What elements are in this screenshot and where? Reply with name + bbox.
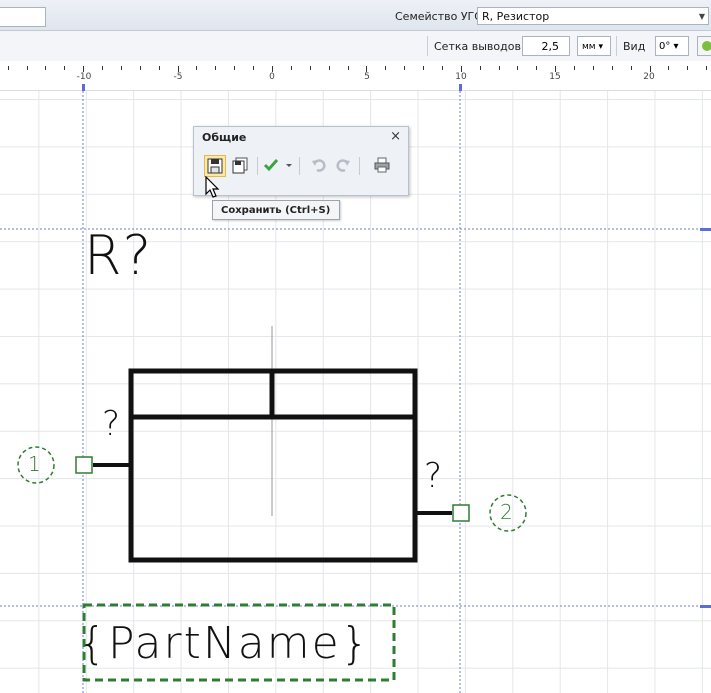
ruler-marker[interactable]	[459, 84, 462, 91]
toolbar-separator	[427, 36, 428, 56]
ruler-tick	[668, 66, 669, 70]
ruler-tick	[64, 66, 65, 70]
ruler-tick	[536, 66, 537, 70]
ruler-tick	[499, 66, 500, 70]
family-label: Семейство УГО	[395, 10, 483, 23]
ruler-tick	[291, 66, 292, 70]
ruler-label: -5	[173, 72, 183, 82]
ruler-tick	[612, 66, 613, 70]
ruler-tick	[159, 66, 160, 70]
ruler-tick	[706, 66, 707, 70]
save-tooltip: Сохранить (Ctrl+S)	[212, 200, 340, 220]
ruler-tick	[102, 66, 103, 70]
view-label: Вид	[623, 40, 646, 53]
ruler-label: 5	[364, 72, 370, 82]
family-value: R, Резистор	[482, 10, 550, 23]
ruler-tick	[27, 66, 28, 70]
green-circle-icon	[702, 41, 711, 51]
guide-handle	[700, 228, 711, 231]
panel-separator	[299, 157, 300, 175]
toolbar-separator	[616, 36, 617, 56]
ruler-marker[interactable]	[82, 84, 85, 91]
checkmark-icon	[263, 159, 279, 172]
name-field[interactable]	[0, 7, 46, 27]
pin-2-number[interactable]: 2	[500, 500, 514, 524]
ruler-tick	[329, 66, 330, 70]
check-dropdown[interactable]	[283, 155, 295, 177]
family-select[interactable]: R, Резистор ▼	[477, 7, 709, 25]
ruler-label: 20	[643, 72, 655, 82]
mouse-cursor-icon	[205, 176, 220, 198]
ruler-tick	[234, 66, 235, 70]
pin-1-number[interactable]: 1	[28, 452, 42, 476]
panel-separator	[257, 157, 258, 175]
check-button[interactable]	[261, 155, 283, 177]
ruler-tick	[480, 66, 481, 70]
pin-2-connector	[452, 504, 470, 522]
ruler-tick	[404, 66, 405, 70]
grid-label: Сетка выводов	[434, 40, 521, 53]
angle-value: 0°	[659, 41, 671, 52]
save-all-button[interactable]	[230, 155, 252, 177]
floppy-disk-icon	[207, 158, 223, 174]
redo-button[interactable]	[333, 155, 355, 177]
close-icon[interactable]: ×	[390, 129, 401, 144]
grid-input[interactable]: 2,5	[522, 36, 570, 56]
save-button[interactable]	[204, 155, 226, 177]
print-button[interactable]	[372, 155, 394, 177]
refresh-button[interactable]	[697, 36, 711, 56]
panel-title: Общие	[202, 131, 247, 144]
ruler-tick	[631, 66, 632, 70]
ruler-tick	[310, 66, 311, 70]
undo-button[interactable]	[309, 155, 331, 177]
horizontal-ruler	[0, 61, 711, 91]
ruler-tick	[8, 66, 9, 70]
designator-text[interactable]: R?	[84, 226, 152, 286]
ruler-label: 10	[455, 72, 467, 82]
ruler-tick	[423, 66, 424, 70]
ruler-tick	[140, 66, 141, 70]
ruler-label: -10	[76, 72, 92, 82]
general-toolbar-panel[interactable]: Общие ×	[193, 126, 409, 196]
unit-value: мм	[582, 42, 596, 52]
printer-icon	[374, 157, 390, 173]
guide-handle	[700, 605, 711, 608]
undo-icon	[312, 159, 326, 172]
ruler-label: 0	[269, 72, 275, 82]
ruler-tick	[253, 66, 254, 70]
pin-1-label[interactable]: ?	[102, 406, 121, 442]
angle-select[interactable]: 0° ▾	[655, 36, 689, 56]
unit-select[interactable]: мм ▾	[577, 36, 611, 56]
ruler-tick	[45, 66, 46, 70]
properties-bar: Семейство УГО R, Резистор ▼	[0, 0, 711, 31]
ruler-tick	[385, 66, 386, 70]
pin-2-label[interactable]: ?	[424, 458, 443, 494]
ruler-tick	[196, 66, 197, 70]
pin-1-connector	[75, 456, 93, 474]
save-all-icon	[232, 157, 248, 174]
ruler-tick	[593, 66, 594, 70]
ruler-tick	[442, 66, 443, 70]
panel-separator	[359, 157, 360, 175]
redo-icon	[336, 159, 350, 172]
partname-text[interactable]: {PartName}	[78, 616, 371, 672]
ruler-label: 15	[549, 72, 561, 82]
ruler-tick	[121, 66, 122, 70]
ruler-tick	[517, 66, 518, 70]
ruler-tick	[687, 66, 688, 70]
chevron-down-icon: ▼	[698, 12, 705, 21]
ruler-tick	[348, 66, 349, 70]
ruler-tick	[215, 66, 216, 70]
ruler-tick	[574, 66, 575, 70]
chevron-down-icon	[286, 164, 292, 167]
